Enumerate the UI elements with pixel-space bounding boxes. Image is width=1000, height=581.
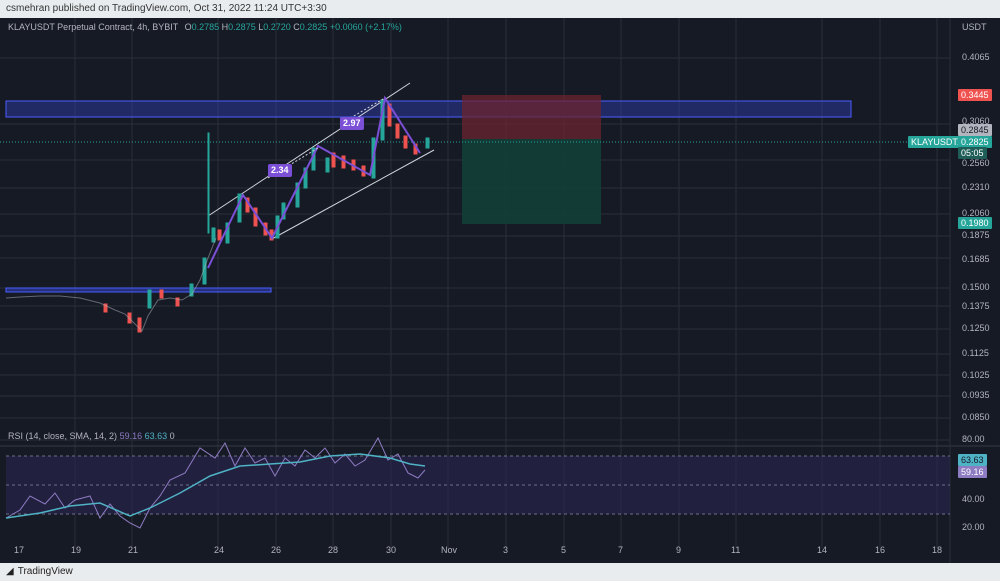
tradingview-logo-icon: ◢ [6,566,14,577]
support-zone[interactable] [5,287,272,293]
symbol-title[interactable]: KLAYUSDT Perpetual Contract, 4h, BYBIT [8,22,178,32]
resistance-zone[interactable] [5,100,852,118]
stop-price-tag: 0.3445 [958,89,992,101]
time-tick[interactable]: 19 [71,545,81,555]
rsi-title[interactable]: RSI (14, close, SMA, 14, 2) [8,431,117,441]
time-tick[interactable]: 18 [932,545,942,555]
pattern-label-2: 2.97 [343,118,361,128]
ohlc-c: 0.2825 [299,22,328,32]
chart-canvas[interactable] [0,18,1000,563]
price-tick[interactable]: 0.4065 [962,52,990,62]
rsi-extra-value: 0 [169,431,175,441]
screenshot-frame: csmehran published on TradingView.com, O… [0,0,1000,581]
rsi-tick[interactable]: 20.00 [962,522,985,532]
countdown-tag: 05:05 [958,147,987,159]
time-tick[interactable]: 24 [214,545,224,555]
tradingview-logo[interactable]: ◢ TradingView [6,563,73,581]
price-tick[interactable]: 0.1125 [962,348,989,358]
footer: ◢ TradingView [0,563,1000,581]
publish-info: csmehran published on TradingView.com, O… [6,3,327,14]
price-tick[interactable]: 0.2560 [962,158,990,168]
price-tick[interactable]: 0.1250 [962,323,990,333]
time-tick[interactable]: 9 [676,545,681,555]
time-tick[interactable]: 17 [14,545,24,555]
rsi-value-tag: 59.16 [958,466,987,478]
chart-area[interactable]: 2.34 2.97 KLAYUSDT Perpetual Contract, 4… [0,18,1000,563]
price-tick[interactable]: 0.1875 [962,230,990,240]
ohlc-o: 0.2785 [191,22,220,32]
brand-name: TradingView [17,566,73,577]
rsi-tick[interactable]: 80.00 [962,434,985,444]
time-tick[interactable]: 7 [618,545,623,555]
time-tick[interactable]: 5 [561,545,566,555]
time-tick[interactable]: 14 [817,545,827,555]
rsi-sma-tag: 63.63 [958,454,987,466]
rsi-legend[interactable]: RSI (14, close, SMA, 14, 2) 59.16 63.63 … [8,431,175,441]
symbol-legend[interactable]: KLAYUSDT Perpetual Contract, 4h, BYBIT O… [8,22,402,32]
ohlc-h: 0.2875 [228,22,256,32]
time-tick[interactable]: 21 [128,545,138,555]
time-tick[interactable]: 11 [731,545,740,555]
time-tick[interactable]: 26 [271,545,281,555]
time-tick[interactable]: 28 [328,545,338,555]
last-price-tag: 0.2845 [958,124,992,136]
ohlc-o-label: O [184,22,192,32]
publish-header: csmehran published on TradingView.com, O… [0,0,1000,18]
rsi-tick[interactable]: 40.00 [962,494,985,504]
target-price-tag: 0.1980 [958,217,992,229]
time-tick[interactable]: Nov [441,545,457,555]
time-tick[interactable]: 16 [875,545,885,555]
rsi-sma-value: 63.63 [144,431,168,441]
take-profit-zone[interactable] [462,139,601,224]
time-tick[interactable]: 3 [503,545,508,555]
ohlc-change: +0.0060 (+2.17%) [329,22,402,32]
price-tick[interactable]: 0.0850 [962,412,990,422]
price-tick[interactable]: 0.0935 [962,390,990,400]
price-tick[interactable]: 0.2310 [962,182,990,192]
pattern-label-1: 2.34 [271,165,289,175]
time-tick[interactable]: 30 [386,545,396,555]
rsi-value: 59.16 [119,431,143,441]
price-tick[interactable]: 0.1025 [962,370,990,380]
ohlc-l: 0.2720 [263,22,291,32]
rsi-band [6,456,950,514]
currency-label[interactable]: USDT [962,22,987,32]
stop-loss-zone[interactable] [462,95,601,139]
price-tick[interactable]: 0.1375 [962,301,990,311]
price-tick[interactable]: 0.1685 [962,254,990,264]
price-tick[interactable]: 0.1500 [962,282,990,292]
